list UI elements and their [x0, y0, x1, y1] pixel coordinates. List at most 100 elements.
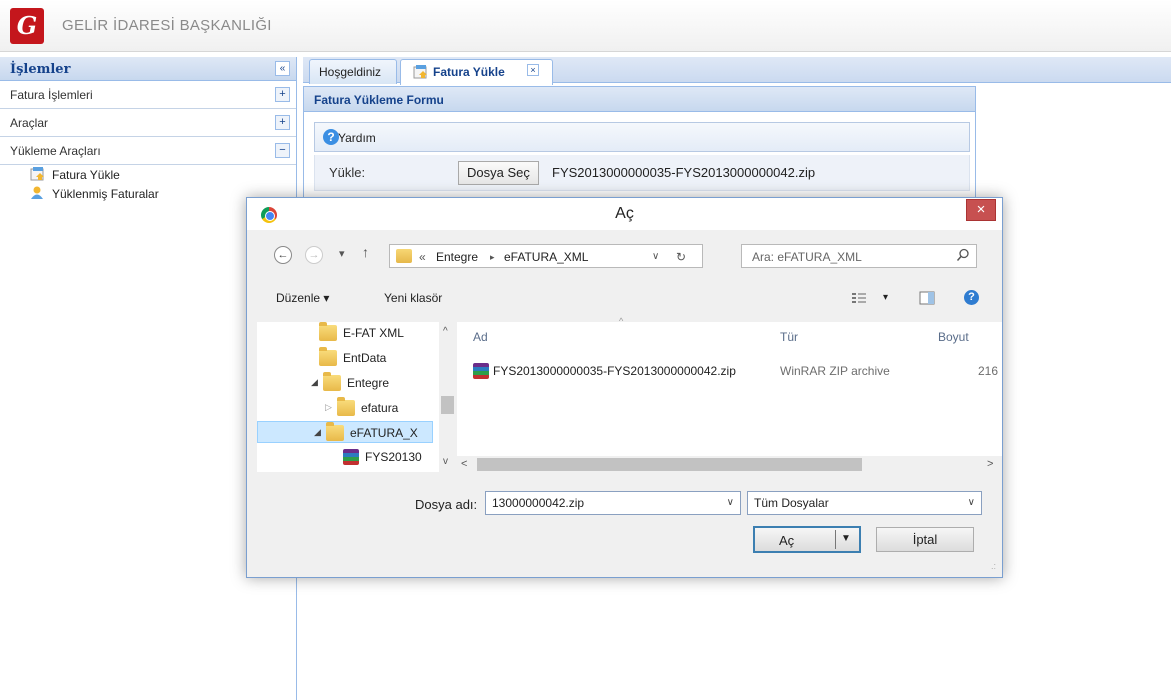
open-button[interactable]: Aç ▼ [753, 526, 861, 553]
file-size: 216 [978, 364, 999, 378]
open-label: Aç [779, 533, 795, 548]
chevron-down-icon[interactable]: ∨ [727, 497, 734, 508]
nav-label: Entegre [347, 376, 390, 390]
filename-input[interactable]: 13000000042.zip ∨ [485, 491, 741, 515]
dialog-footer: Dosya adı: 13000000042.zip ∨ Tüm Dosyala… [247, 478, 1002, 577]
close-dialog-button[interactable]: × [966, 199, 996, 221]
tab-label: Hoşgeldiniz [319, 65, 382, 79]
chevron-down-icon[interactable]: ∨ [968, 497, 975, 508]
file-type: WinRAR ZIP archive [780, 364, 890, 378]
file-list: ^ Ad Tür Boyut FYS2013000000035-FYS20130… [457, 316, 1002, 472]
gib-logo: G [10, 8, 44, 44]
refresh-icon[interactable]: ↻ [676, 250, 686, 264]
breadcrumb-entegre[interactable]: Entegre [436, 250, 478, 264]
up-folder-icon[interactable]: ↑ [362, 244, 369, 260]
resize-grip-icon[interactable]: .: [991, 561, 996, 571]
scroll-left-icon[interactable]: < [461, 458, 467, 470]
upload-row: Yükle: Dosya Seç FYS2013000000035-FYS201… [314, 155, 970, 191]
dialog-title: Aç [615, 205, 634, 222]
choose-file-button[interactable]: Dosya Seç [458, 161, 539, 185]
organize-menu[interactable]: Düzenle ▾ [276, 291, 329, 305]
form-toolbar: ? Yardım [314, 122, 970, 152]
filename-label: Dosya adı: [415, 497, 478, 512]
scroll-right-icon[interactable]: > [987, 458, 993, 470]
tab-bar: Hoşgeldiniz Fatura Yükle × [303, 57, 1171, 85]
address-row: ← → ▾ ↑ « Entegre ▸ eFATURA_XML ∨ ↻ Ara:… [247, 238, 1002, 272]
accordion-label: Araçlar [10, 116, 49, 130]
sidebar-item-label: Yüklenmiş Faturalar [52, 187, 159, 201]
sidebar-title: İşlemler [10, 62, 71, 77]
view-options-icon[interactable] [851, 291, 867, 305]
nav-label: EntData [343, 351, 387, 365]
nav-label: E-FAT XML [343, 326, 404, 340]
scroll-thumb[interactable] [441, 396, 454, 414]
help-button[interactable]: Yardım [338, 131, 376, 145]
breadcrumb-efatura-xml[interactable]: eFATURA_XML [504, 250, 588, 264]
tab-label: Fatura Yükle [433, 65, 505, 79]
upload-label: Yükle: [329, 165, 366, 180]
collapse-sidebar-button[interactable]: « [275, 61, 290, 76]
file-type-filter[interactable]: Tüm Dosyalar ∨ [747, 491, 982, 515]
folder-icon [326, 422, 344, 441]
close-tab-icon[interactable]: × [527, 64, 539, 76]
nav-scrollbar[interactable]: ^ v [439, 322, 456, 472]
scroll-up-icon[interactable]: ^ [443, 326, 448, 337]
breadcrumb-separator-icon: ▸ [490, 252, 495, 262]
column-header-name[interactable]: Ad [473, 330, 488, 344]
app-title: GELİR İDARESİ BAŞKANLIĞI [62, 17, 272, 34]
accordion-yukleme-araclari[interactable]: Yükleme Araçları − [0, 137, 296, 165]
split-divider [835, 530, 836, 549]
sort-indicator-icon: ^ [619, 316, 624, 326]
tab-hosgeldiniz[interactable]: Hoşgeldiniz [309, 59, 397, 84]
expanded-arrow-icon[interactable]: ◢ [311, 377, 318, 388]
preview-pane-icon[interactable] [919, 291, 935, 305]
nav-label: FYS20130 [365, 450, 422, 464]
filename-value: 13000000042.zip [492, 496, 585, 510]
back-icon[interactable]: ← [274, 246, 292, 264]
expanded-arrow-icon[interactable]: ◢ [314, 427, 321, 438]
column-header-type[interactable]: Tür [780, 330, 798, 344]
cancel-button[interactable]: İptal [876, 527, 974, 552]
accordion-fatura-islemleri[interactable]: Fatura İşlemleri + [0, 81, 296, 109]
view-dropdown-icon[interactable]: ▾ [883, 292, 888, 303]
search-icon[interactable] [956, 248, 970, 262]
file-name: FYS2013000000035-FYS2013000000042.zip [493, 364, 736, 378]
search-input[interactable]: Ara: eFATURA_XML [741, 244, 977, 268]
search-placeholder: Ara: eFATURA_XML [752, 250, 862, 264]
folder-icon [323, 372, 341, 391]
address-bar[interactable]: « Entegre ▸ eFATURA_XML ∨ ↻ [389, 244, 703, 268]
open-file-dialog: Aç × ← → ▾ ↑ « Entegre ▸ eFATURA_XML ∨ ↻… [246, 197, 1003, 578]
accordion-araclar[interactable]: Araçlar + [0, 109, 296, 137]
recent-locations-icon[interactable]: ▾ [339, 247, 345, 260]
collapsed-arrow-icon[interactable]: ▷ [325, 402, 332, 413]
accordion-label: Yükleme Araçları [10, 144, 101, 158]
new-folder-button[interactable]: Yeni klasör [384, 291, 442, 305]
open-options-icon[interactable]: ▼ [841, 533, 851, 544]
column-header-size[interactable]: Boyut [938, 330, 969, 344]
help-icon[interactable]: ? [964, 290, 979, 305]
folder-icon [337, 397, 355, 416]
form-header: Fatura Yükleme Formu [304, 87, 975, 112]
folder-icon [319, 322, 337, 341]
nav-label: efatura [361, 401, 399, 415]
nav-folder-efatura-xml[interactable]: ◢ eFATURA_X [257, 421, 433, 443]
upload-document-icon [413, 65, 427, 79]
file-list-scrollbar[interactable]: < > [457, 456, 1002, 473]
help-icon[interactable]: ? [323, 129, 339, 145]
tab-fatura-yukle[interactable]: Fatura Yükle × [400, 59, 553, 85]
forward-icon[interactable]: → [305, 246, 323, 264]
sidebar-item-fatura-yukle[interactable]: Fatura Yükle [0, 165, 296, 184]
sidebar-header: İşlemler « [0, 57, 296, 81]
accordion-label: Fatura İşlemleri [10, 88, 93, 102]
collapse-icon[interactable]: − [275, 143, 290, 158]
navigation-pane: E-FAT XML EntData ◢ Entegre ▷ efatura ◢ … [257, 322, 456, 472]
expand-icon[interactable]: + [275, 87, 290, 102]
scroll-thumb[interactable] [477, 458, 862, 471]
folder-icon [396, 249, 412, 263]
selected-file-name: FYS2013000000035-FYS2013000000042.zip [552, 165, 816, 180]
expand-icon[interactable]: + [275, 115, 290, 130]
winrar-archive-icon [473, 363, 489, 379]
scroll-down-icon[interactable]: v [443, 456, 448, 467]
address-dropdown-icon[interactable]: ∨ [652, 251, 659, 262]
breadcrumb-overflow[interactable]: « [419, 250, 426, 264]
